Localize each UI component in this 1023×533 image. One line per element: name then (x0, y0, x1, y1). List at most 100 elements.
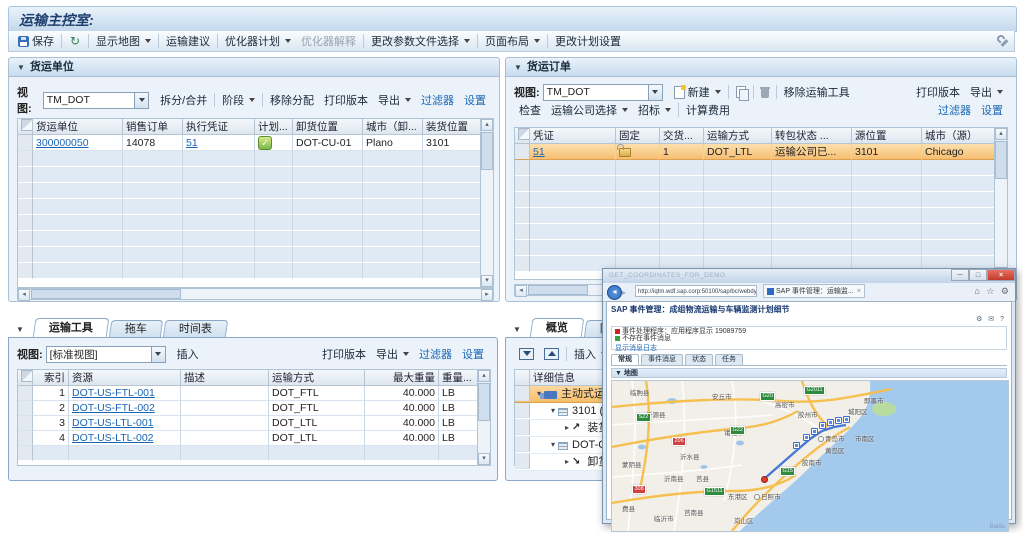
em-tab-任务[interactable]: 任务 (715, 354, 743, 365)
browser-tab[interactable]: SAP 事件管理：运输监... × (763, 284, 865, 298)
resources-table-row[interactable]: 4DOT-US-LTL-002DOT_LTL40.000LB (18, 431, 490, 446)
freight-orders-view-select[interactable]: TM_DOT (543, 84, 663, 101)
personalize-wrench-icon[interactable] (997, 35, 1010, 48)
scroll-right-icon[interactable]: ▸ (481, 289, 493, 301)
resources-right-button-3[interactable]: 设置 (457, 345, 489, 363)
scroll-left-icon[interactable]: ◂ (515, 285, 527, 297)
hscroll-thumb[interactable] (528, 285, 588, 295)
scroll-down-icon[interactable]: ▾ (481, 275, 493, 287)
freight-orders-button-0[interactable]: 新建 (669, 83, 726, 101)
tree-row-selector[interactable] (515, 437, 530, 452)
freight-orders-row-selector[interactable] (515, 256, 530, 272)
resources-tab-时间表[interactable]: 时间表 (163, 320, 229, 338)
freight-orders-right-button-1[interactable]: 导出 (965, 83, 1008, 101)
freight-orders-vscroll-thumb[interactable] (995, 141, 1007, 179)
freight-units-row-selector[interactable] (18, 167, 33, 183)
freight-orders-r2-button-4[interactable]: 计算费用 (681, 101, 735, 119)
tree-toggle-icon[interactable]: ▾ (548, 437, 558, 453)
tree-selectall-cell[interactable] (515, 370, 530, 386)
em-tab-状态[interactable]: 状态 (685, 354, 713, 365)
freight-units-row-selector[interactable] (18, 231, 33, 247)
tab-close-icon[interactable]: × (857, 288, 861, 295)
freight-units-right-button-2[interactable]: 过滤器 (416, 91, 459, 109)
freight-orders-icon-button-4[interactable] (756, 83, 774, 101)
freight-units-row-selector[interactable] (18, 199, 33, 215)
resources-link[interactable]: DOT-US-FTL-002 (72, 402, 155, 414)
freight-orders-row-selector[interactable] (515, 224, 530, 240)
freight-orders-button-6[interactable]: 移除运输工具 (779, 83, 855, 101)
tree-toggle-icon[interactable]: ▸ (562, 454, 572, 470)
freight-orders-row-selector[interactable] (515, 160, 530, 176)
select-dropdown-icon[interactable] (134, 93, 148, 108)
freight-orders-r2-button-1[interactable]: 运输公司选择 (546, 101, 633, 119)
resources-vscroll-thumb[interactable] (478, 383, 490, 421)
freight-units-link[interactable]: 51 (186, 137, 198, 149)
resources-row-selector[interactable] (18, 416, 33, 431)
freight-units-link[interactable]: 300000050 (36, 137, 89, 149)
freight-units-row-selector[interactable] (18, 151, 33, 167)
main-toolbar-button-11[interactable]: 更改参数文件选择 (366, 32, 475, 50)
freight-orders-r2-right-button-0[interactable]: 过滤器 (933, 101, 976, 119)
hscroll-thumb[interactable] (31, 289, 181, 299)
tree-toggle-icon[interactable]: ▾ (548, 403, 558, 419)
scroll-left-icon[interactable]: ◂ (18, 289, 30, 301)
resources-row-selector[interactable] (18, 446, 33, 461)
freight-orders-row-selector[interactable] (515, 176, 530, 192)
resources-link[interactable]: DOT-US-LTL-002 (72, 432, 154, 444)
freight-units-right-button-1[interactable]: 导出 (373, 91, 416, 109)
em-tab-事件消息[interactable]: 事件消息 (641, 354, 683, 365)
tree-row-selector[interactable] (515, 420, 530, 435)
freight-units-row-selector[interactable] (18, 183, 33, 199)
freight-units-selectall-cell[interactable] (18, 119, 33, 135)
freight-units-right-button-0[interactable]: 打印版本 (319, 91, 373, 109)
close-button[interactable]: × (987, 269, 1015, 281)
em-map-header[interactable]: ▼ 地图 (611, 368, 1007, 378)
address-bar[interactable]: http://iqtm.wdf.sap.corp:50100/sap/bc/we… (635, 285, 757, 297)
freight-orders-r2-button-2[interactable]: 招标 (633, 101, 676, 119)
selectall-corner-icon[interactable] (21, 370, 33, 382)
freight-orders-table-row[interactable]: 511DOT_LTL运输公司已...3101Chicago (515, 144, 1007, 160)
freight-units-view-select[interactable]: TM_DOT (43, 92, 149, 109)
overview-tab-概览[interactable]: 概览 (530, 318, 585, 338)
freight-orders-header[interactable]: ▼货运订单 (506, 58, 1016, 77)
freight-orders-selectall-cell[interactable] (515, 128, 530, 144)
resources-view-select[interactable]: [标准视图] (46, 346, 166, 363)
freight-orders-row-selector[interactable] (515, 208, 530, 224)
resources-tab-拖车[interactable]: 拖车 (109, 320, 164, 338)
resources-table-row[interactable]: 2DOT-US-FTL-002DOT_FTL40.000LB (18, 401, 490, 416)
freight-units-row-selector[interactable] (18, 263, 33, 279)
freight-units-button-2[interactable]: 阶段 (217, 91, 260, 109)
overview-icon-button-0[interactable] (514, 345, 539, 363)
resources-vscrollbar[interactable]: ▴▾ (477, 370, 490, 465)
em-page-icons[interactable]: ⚙ ✉ ? (976, 315, 1006, 323)
resources-button-0[interactable]: 插入 (172, 345, 204, 363)
overview-icon-button-1[interactable] (539, 345, 564, 363)
select-dropdown-icon[interactable] (151, 347, 165, 362)
selectall-corner-icon[interactable] (518, 128, 530, 140)
resources-row-selector[interactable] (18, 431, 33, 446)
resources-right-button-0[interactable]: 打印版本 (317, 345, 371, 363)
freight-orders-link[interactable]: 51 (533, 146, 545, 158)
freight-units-button-4[interactable]: 移除分配 (265, 91, 319, 109)
forward-button[interactable]: ▸ (622, 288, 626, 297)
main-toolbar-button-15[interactable]: 更改计划设置 (550, 32, 626, 50)
selectall-corner-icon[interactable] (21, 119, 33, 131)
freight-orders-vscrollbar[interactable]: ▴▾ (994, 128, 1007, 279)
freight-units-row-selector[interactable] (18, 215, 33, 231)
scroll-up-icon[interactable]: ▴ (481, 119, 493, 131)
message-log-link[interactable]: 显示消息日志 (615, 343, 657, 353)
tree-row-selector[interactable] (515, 403, 530, 418)
freight-orders-row-selector[interactable] (515, 144, 530, 160)
main-toolbar-button-6[interactable]: 运输建议 (161, 32, 215, 50)
resources-row-selector[interactable] (18, 386, 33, 401)
main-toolbar-button-8[interactable]: 优化器计划 (220, 32, 296, 50)
resources-right-button-1[interactable]: 导出 (371, 345, 414, 363)
main-toolbar-button-4[interactable]: 显示地图 (91, 32, 156, 50)
maximize-button[interactable]: □ (969, 269, 987, 281)
freight-units-row-selector[interactable] (18, 135, 33, 151)
freight-orders-icon-button-2[interactable] (731, 83, 751, 101)
resources-tab-运输工具[interactable]: 运输工具 (33, 318, 110, 338)
scroll-up-icon[interactable]: ▴ (478, 370, 490, 382)
freight-units-header[interactable]: ▼货运单位 (9, 58, 499, 77)
panel-collapse-icon[interactable]: ▼ (513, 325, 521, 334)
